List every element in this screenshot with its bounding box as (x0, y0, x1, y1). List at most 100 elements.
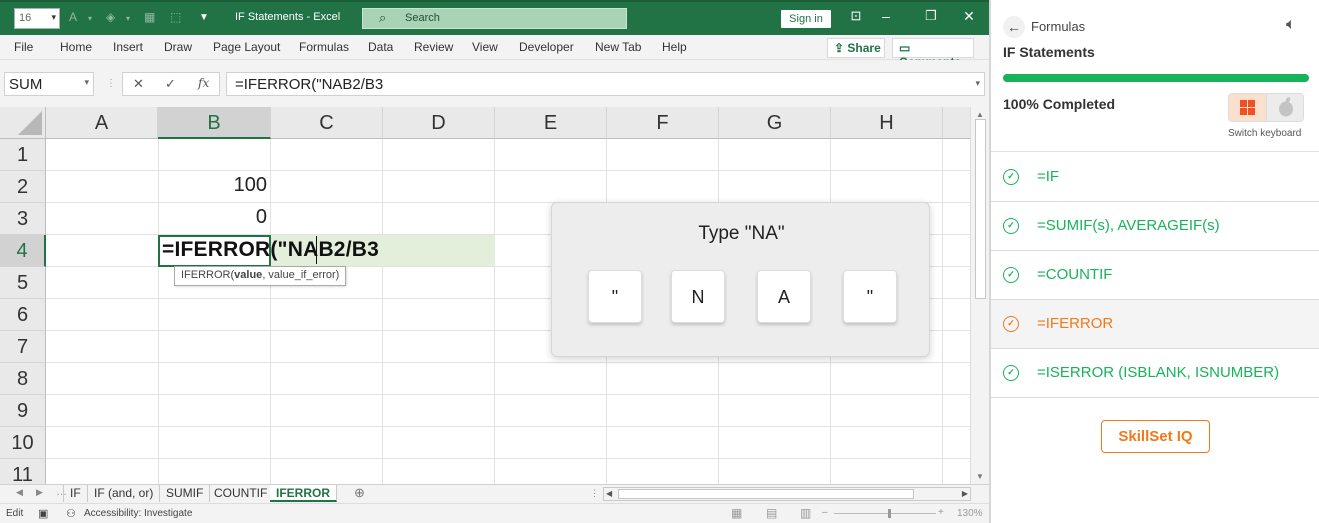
scroll-left-icon[interactable]: ◀ (606, 489, 612, 498)
zoom-slider-thumb[interactable] (888, 509, 891, 518)
tab-insert[interactable]: Insert (113, 40, 143, 54)
zoom-level[interactable]: 130% (957, 508, 983, 519)
row-header-2[interactable]: 2 (0, 171, 46, 203)
key-quote-close[interactable]: " (843, 270, 897, 323)
zoom-slider[interactable] (834, 513, 936, 514)
lesson-item-sumif[interactable]: ✓ =SUMIF(s), AVERAGEIF(s) (991, 202, 1319, 251)
select-all-button[interactable] (0, 107, 46, 139)
accessibility-status[interactable]: Accessibility: Investigate (84, 508, 192, 519)
cancel-icon[interactable]: ✕ (133, 76, 144, 92)
sheet-tab-sumif[interactable]: SUMIF (160, 485, 211, 502)
mac-keyboard-option[interactable] (1267, 94, 1303, 121)
tab-data[interactable]: Data (368, 40, 393, 54)
column-header-b[interactable]: B (158, 107, 271, 139)
tab-page-layout[interactable]: Page Layout (213, 40, 280, 54)
sign-in-button[interactable]: Sign in (781, 10, 831, 28)
column-header-c[interactable]: C (271, 107, 383, 139)
search-box[interactable]: ⌕ Search (362, 8, 627, 29)
sheet-tab-iferror[interactable]: IFERROR (270, 485, 337, 502)
key-a[interactable]: A (757, 270, 811, 323)
font-color-icon[interactable]: A (69, 10, 77, 24)
insert-function-icon[interactable]: fx (198, 76, 209, 90)
sheet-tab-if[interactable]: IF (63, 485, 88, 502)
tooltip-current-arg[interactable]: value (234, 269, 262, 281)
normal-view-icon[interactable]: ▦ (731, 506, 742, 520)
chevron-down-icon[interactable]: ▾ (126, 14, 130, 23)
restore-icon[interactable]: ❐ (921, 8, 941, 24)
column-header-d[interactable]: D (383, 107, 495, 139)
sheet-tab-if-and-or[interactable]: IF (and, or) (88, 485, 161, 502)
row-header-10[interactable]: 10 (0, 427, 46, 459)
key-n[interactable]: N (671, 270, 725, 323)
scroll-up-icon[interactable]: ▲ (976, 110, 984, 119)
tab-help[interactable]: Help (662, 40, 687, 54)
tab-draw[interactable]: Draw (164, 40, 192, 54)
column-header-g[interactable]: G (719, 107, 831, 139)
column-header-h[interactable]: H (831, 107, 943, 139)
comments-button[interactable]: ▭ Comments (892, 38, 974, 69)
skillset-iq-button[interactable]: SkillSet IQ (1101, 420, 1210, 453)
cell-b3[interactable]: 0 (158, 206, 267, 229)
cell-b2[interactable]: 100 (158, 174, 267, 197)
customize-toolbar-icon[interactable]: ▼ (199, 12, 209, 23)
chevron-down-icon[interactable]: ▾ (88, 14, 92, 23)
font-size-select[interactable]: 16 ▾ (14, 8, 60, 29)
vertical-scroll-thumb[interactable] (975, 119, 986, 299)
key-quote-open[interactable]: " (588, 270, 642, 323)
row-header-5[interactable]: 5 (0, 267, 46, 299)
fill-color-icon[interactable]: ◈ (106, 10, 115, 24)
back-arrow-icon[interactable]: ← (1003, 16, 1025, 38)
row-header-6[interactable]: 6 (0, 299, 46, 331)
zoom-out-icon[interactable]: – (822, 507, 828, 518)
row-header-7[interactable]: 7 (0, 331, 46, 363)
share-button[interactable]: ⇪ Share (827, 38, 885, 58)
lesson-item-iserror[interactable]: ✓ =ISERROR (ISBLANK, ISNUMBER) (991, 349, 1319, 398)
tab-new-tab[interactable]: New Tab (595, 40, 641, 54)
column-header-f[interactable]: F (607, 107, 719, 139)
row-header-1[interactable]: 1 (0, 139, 46, 171)
lesson-item-iferror[interactable]: ✓ =IFERROR (991, 300, 1319, 349)
column-header-e[interactable]: E (495, 107, 607, 139)
prev-sheet-icon[interactable]: ◀ (16, 487, 23, 498)
row-header-3[interactable]: 3 (0, 203, 46, 235)
lesson-item-countif[interactable]: ✓ =COUNTIF (991, 251, 1319, 300)
accessibility-icon[interactable]: ⚇ (66, 507, 76, 520)
add-sheet-icon[interactable]: ⊕ (354, 485, 365, 501)
macro-record-icon[interactable]: ▣ (38, 507, 48, 520)
expand-formula-icon[interactable]: ▾ (975, 78, 980, 89)
scroll-right-icon[interactable]: ▶ (962, 489, 968, 498)
name-box[interactable]: SUM ▾ (4, 72, 94, 96)
row-header-4[interactable]: 4 (0, 235, 46, 267)
horizontal-scrollbar[interactable]: ◀ ▶ (603, 487, 971, 501)
zoom-in-icon[interactable]: + (938, 507, 944, 518)
tab-home[interactable]: Home (60, 40, 92, 54)
vertical-scrollbar[interactable]: ▲ ▼ (970, 107, 989, 484)
scroll-down-icon[interactable]: ▼ (976, 472, 984, 481)
minimize-icon[interactable]: – (876, 8, 896, 24)
windows-keyboard-option[interactable] (1229, 94, 1267, 121)
close-icon[interactable]: ✕ (959, 8, 979, 25)
row-header-11[interactable]: 11 (0, 459, 46, 484)
tab-developer[interactable]: Developer (519, 40, 574, 54)
next-sheet-icon[interactable]: ▶ (36, 487, 43, 498)
row-header-9[interactable]: 9 (0, 395, 46, 427)
tab-review[interactable]: Review (414, 40, 453, 54)
ribbon-display-icon[interactable]: ⊡ (846, 8, 866, 24)
formula-input[interactable]: =IFERROR("NAB2/B3 ▾ (226, 72, 985, 96)
sheet-tab-countif[interactable]: COUNTIF (208, 485, 275, 502)
page-break-view-icon[interactable]: ▥ (800, 506, 811, 520)
tab-formulas[interactable]: Formulas (299, 40, 349, 54)
tab-view[interactable]: View (472, 40, 498, 54)
horizontal-scroll-thumb[interactable] (618, 489, 914, 499)
column-header-a[interactable]: A (46, 107, 158, 139)
keyboard-switch[interactable] (1228, 93, 1304, 122)
merge-icon[interactable]: ⬚ (170, 10, 181, 24)
enter-icon[interactable]: ✓ (165, 76, 176, 92)
speaker-icon[interactable]: 🔈︎ (1286, 16, 1296, 34)
borders-icon[interactable]: ▦ (144, 10, 155, 24)
column-header-partial[interactable] (943, 107, 970, 139)
row-header-8[interactable]: 8 (0, 363, 46, 395)
tab-file[interactable]: File (14, 40, 33, 54)
page-layout-view-icon[interactable]: ▤ (766, 506, 777, 520)
breadcrumb[interactable]: Formulas (1031, 19, 1085, 34)
